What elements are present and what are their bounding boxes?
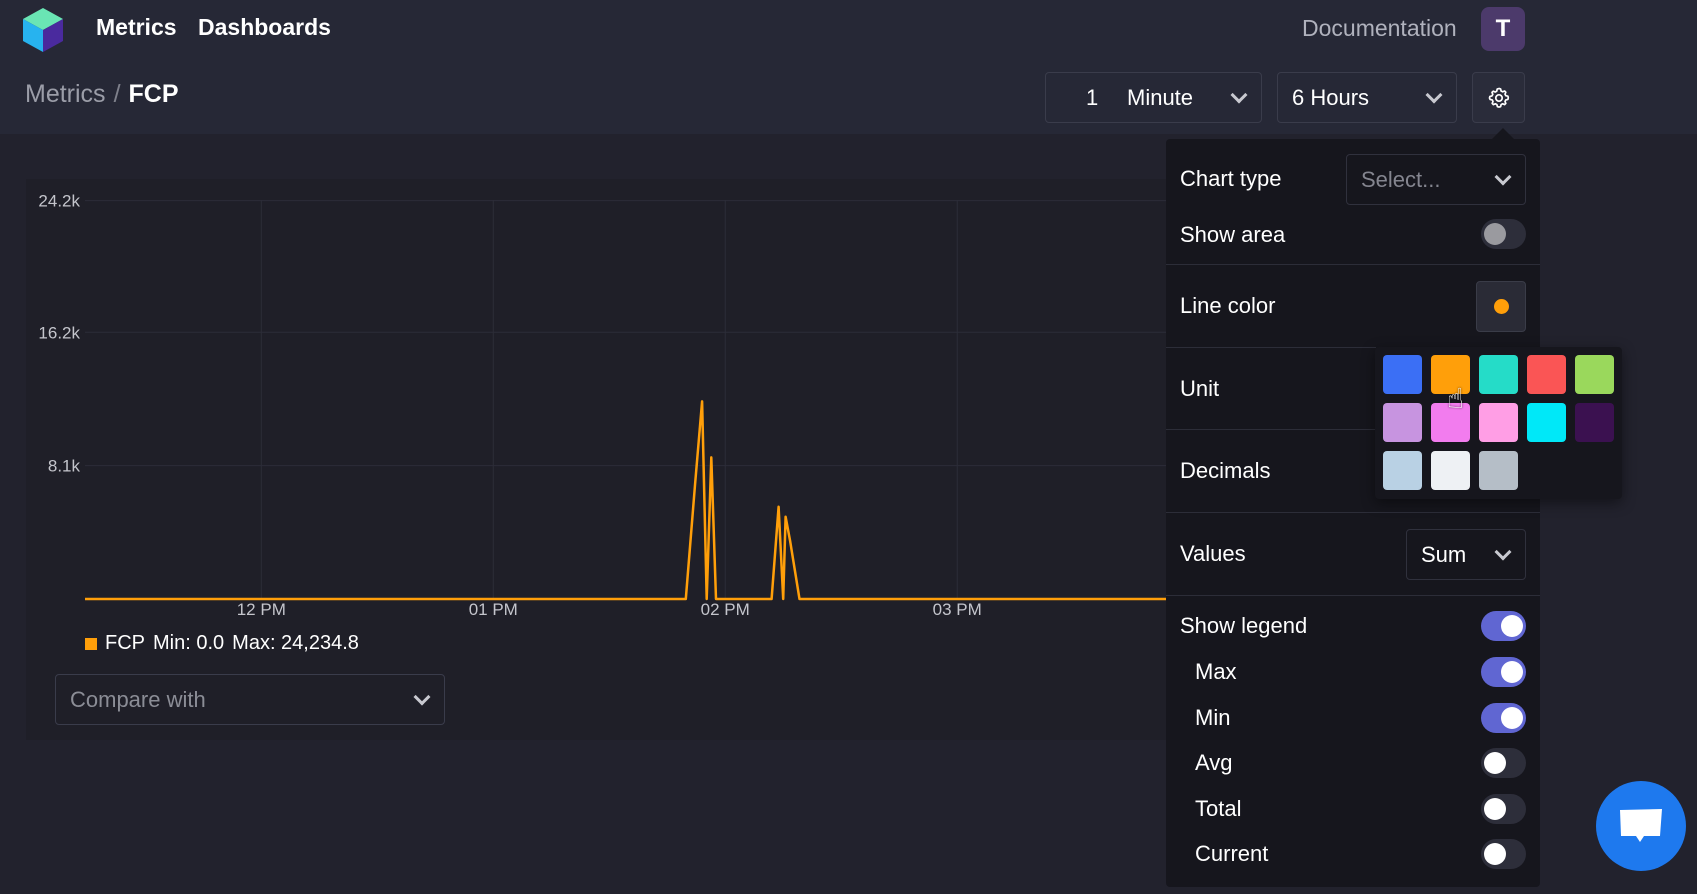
divider [1166,595,1540,596]
series-line-fcp [85,400,1166,601]
chevron-down-icon [1230,86,1248,103]
color-swatch[interactable] [1479,451,1518,490]
x-tick-label: 01 PM [469,600,518,619]
show-area-toggle[interactable] [1481,219,1526,249]
y-tick-label: 24.2k [38,192,80,211]
chart-type-label: Chart type [1180,166,1282,191]
legend-max: Max: 24,234.8 [232,632,359,654]
legend-max-toggle[interactable] [1481,657,1526,687]
settings-button[interactable] [1472,72,1525,123]
legend-current-toggle[interactable] [1481,839,1526,869]
time-range-value: 6 Hours [1292,84,1370,110]
gear-icon [1488,87,1509,108]
chat-bubble-icon [1620,809,1662,842]
chat-support-button[interactable] [1596,781,1686,871]
color-palette-popover [1375,347,1622,499]
x-tick-label: 02 PM [701,600,750,619]
fcp-line-chart: 24.2k 16.2k 8.1k 12 PM 01 PM 02 PM 03 PM [38,192,1166,619]
show-legend-label: Show legend [1180,613,1308,638]
toggle-knob [1484,223,1506,245]
divider [1166,264,1540,265]
divider [1166,512,1540,513]
values-select[interactable]: Sum [1406,529,1526,580]
legend-min: Min: 0.0 [153,632,225,654]
toggle-knob [1501,661,1523,683]
app-window: Metrics Dashboards Documentation T Metri… [0,0,1697,894]
time-range-select[interactable]: 6 Hours [1277,72,1457,123]
color-swatch[interactable] [1479,355,1518,394]
chevron-down-icon [1494,168,1512,185]
color-swatch[interactable] [1383,355,1422,394]
color-swatch[interactable] [1479,403,1518,442]
avatar[interactable]: T [1481,7,1525,51]
legend-option-label: Avg [1195,750,1233,775]
legend-total-toggle[interactable] [1481,793,1526,824]
x-tick-label: 12 PM [237,600,286,619]
show-legend-toggle[interactable] [1481,611,1526,641]
compare-with-select[interactable]: Compare with [55,674,445,725]
unit-label: Unit [1180,376,1220,401]
color-swatch[interactable] [1527,403,1566,442]
color-swatch[interactable] [1431,355,1470,394]
chart-type-placeholder: Select... [1361,166,1441,192]
divider [1166,429,1376,430]
chevron-down-icon [413,688,431,705]
chart-legend: FCP Min: 0.0 Max: 24,234.8 [85,632,359,655]
toggle-knob [1501,615,1523,637]
line-color-button[interactable] [1476,281,1526,332]
legend-series-name[interactable]: FCP [105,632,145,655]
decimals-label: Decimals [1180,458,1271,483]
documentation-link[interactable]: Documentation [1302,15,1457,42]
color-swatch[interactable] [1431,451,1470,490]
chart-settings-panel: Chart type Select... Show area Line colo… [1166,139,1540,887]
legend-option-label: Max [1195,659,1237,684]
legend-option-label: Current [1195,841,1269,866]
chevron-down-icon [1425,86,1443,103]
compare-placeholder: Compare with [70,686,206,712]
values-label: Values [1180,541,1246,566]
values-selected: Sum [1421,541,1467,567]
toggle-knob [1484,797,1506,820]
legend-min-toggle[interactable] [1481,702,1526,733]
toggle-knob [1484,752,1506,774]
legend-option-label: Total [1195,795,1242,821]
chart-type-select[interactable]: Select... [1346,154,1526,205]
toggle-knob [1484,843,1506,865]
color-swatch[interactable] [1527,355,1566,394]
legend-option-label: Min [1195,704,1231,730]
color-swatch[interactable] [1383,451,1422,490]
x-tick-label: 03 PM [933,600,982,619]
y-tick-label: 8.1k [48,457,81,476]
toggle-knob [1501,706,1523,729]
panel-caret [1492,128,1514,139]
legend-avg-toggle[interactable] [1481,748,1526,778]
y-tick-label: 16.2k [38,323,80,342]
color-swatch[interactable] [1431,403,1470,442]
color-swatch[interactable] [1383,403,1422,442]
line-color-dot [1493,299,1509,314]
color-swatch[interactable] [1575,403,1614,442]
divider [1166,347,1376,348]
color-swatch[interactable] [1575,355,1614,394]
legend-swatch [85,637,97,650]
show-area-label: Show area [1180,222,1286,247]
chevron-down-icon [1494,543,1512,560]
line-color-label: Line color [1180,293,1276,318]
